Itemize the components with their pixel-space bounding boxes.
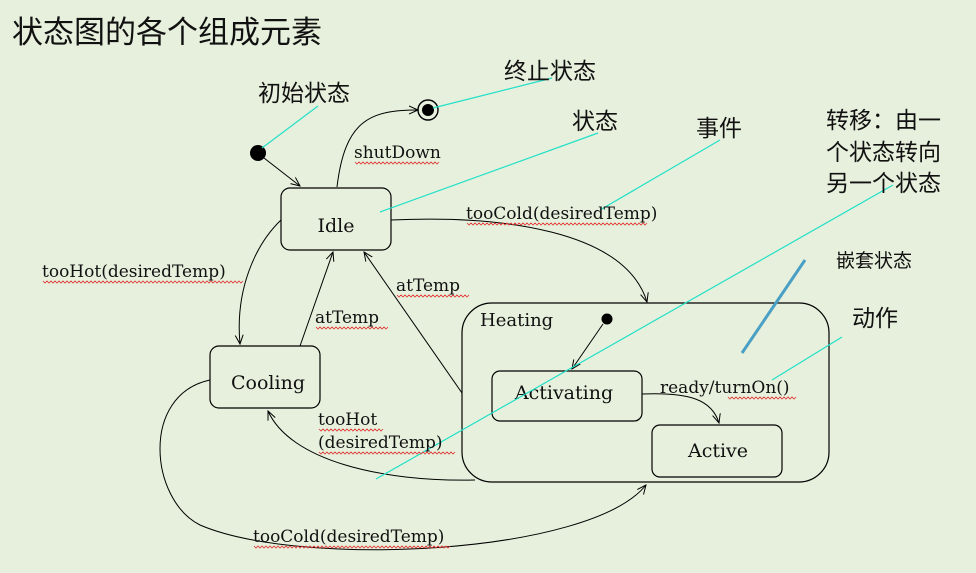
callout-transition-line2: 个状态转向 [826,140,941,166]
callout-transition-line3: 另一个状态 [826,171,941,197]
label-toohot-bottom-2: (desiredTemp) [318,433,443,453]
heating-initial-edge [572,323,604,369]
callout-line-initial [261,105,319,149]
label-attemp-cooling: atTemp [315,308,379,328]
callout-final: 终止状态 [504,59,596,85]
heating-initial-dot [601,313,613,325]
heating-label: Heating [480,310,553,331]
nested-state-marker [740,259,807,354]
callout-line-action [771,336,843,381]
attemp-cooling-edge [299,252,333,347]
state-diagram: 状态图的各个组成元素 Idle Cooling Heating Activati… [12,15,941,551]
initial-to-idle-edge [263,157,300,186]
cooling-label: Cooling [231,372,305,394]
label-ready: ready/turnOn() [660,378,790,398]
callout-line-transition [375,184,894,480]
ready-edge [641,393,719,423]
label-toocold-top: tooCold(desiredTemp) [466,204,657,224]
idle-label: Idle [318,215,355,237]
label-toohot-bottom-1: tooHot [318,410,377,430]
callout-state: 状态 [572,109,618,135]
final-state-icon [417,99,439,121]
callout-transition-line1: 转移：由一 [826,108,941,134]
label-shutdown: shutDown [354,143,441,163]
label-toocold-bottom: tooCold(desiredTemp) [253,527,444,547]
label-attemp-heating: atTemp [396,276,460,296]
toocold-bottom-edge [159,379,646,551]
active-label: Active [687,440,748,462]
callout-action: 动作 [852,306,898,332]
callout-line-event [599,139,721,211]
spellcheck-underlines [42,161,797,549]
page-title: 状态图的各个组成元素 [12,15,322,51]
callout-event: 事件 [696,116,742,142]
callout-initial: 初始状态 [258,81,350,107]
toohot-left-edge [239,219,282,344]
activating-label: Activating [514,382,613,404]
callout-nested: 嵌套状态 [836,250,912,272]
label-toohot-left: tooHot(desiredTemp) [42,262,226,282]
